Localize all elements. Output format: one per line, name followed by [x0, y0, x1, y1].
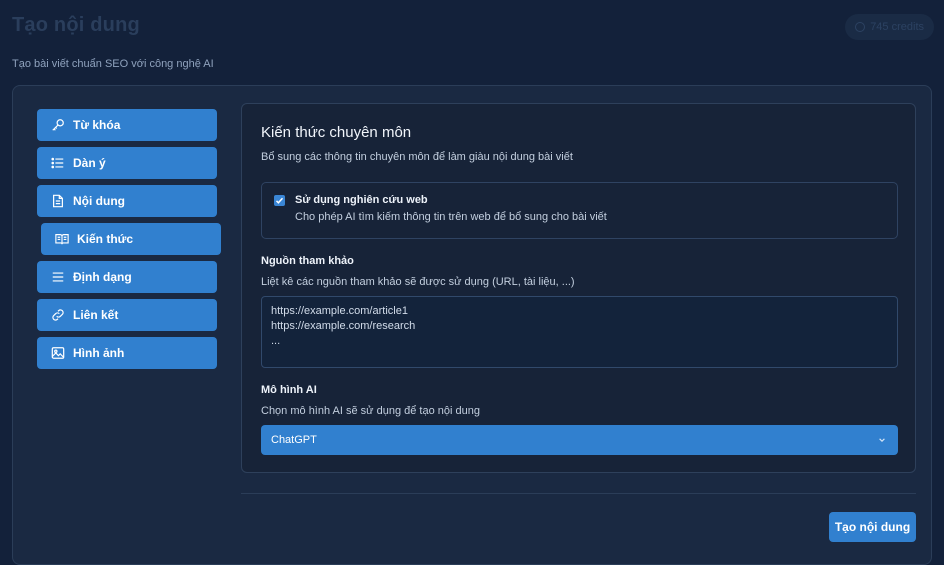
sidebar-item-label: Kiến thức	[77, 232, 134, 246]
credits-icon	[855, 22, 866, 32]
link-icon	[52, 309, 64, 321]
ai-model-label: Mô hình AI	[261, 384, 317, 396]
sidebar-item-label: Nội dung	[73, 194, 125, 208]
ai-model-description: Chọn mô hình AI sẽ sử dụng để tạo nội du…	[261, 405, 480, 417]
check-icon	[275, 197, 284, 204]
sidebar-item-links[interactable]: Liên kết	[37, 299, 217, 331]
page-subtitle: Tạo bài viết chuẩn SEO với công nghệ AI	[12, 58, 214, 70]
sidebar-item-format[interactable]: Định dạng	[37, 261, 217, 293]
credits-badge: 745 credits	[845, 14, 934, 40]
divider	[241, 493, 916, 494]
book-icon	[55, 234, 69, 245]
create-content-button[interactable]: Tạo nội dung	[829, 512, 916, 542]
sidebar-item-knowledge[interactable]: Kiến thức	[41, 223, 221, 255]
panel-title: Kiến thức chuyên môn	[261, 124, 412, 141]
main-card: Từ khóa Dàn ý Nội dung Kiến thức Định dạ…	[12, 85, 932, 565]
references-label: Nguồn tham khảo	[261, 255, 354, 267]
web-research-description: Cho phép AI tìm kiếm thông tin trên web …	[295, 211, 607, 223]
sidebar-item-label: Liên kết	[73, 308, 119, 322]
image-icon	[51, 347, 65, 359]
references-textarea[interactable]: https://example.com/article1 https://exa…	[261, 296, 898, 368]
sidebar-item-keywords[interactable]: Từ khóa	[37, 109, 217, 141]
page-title: Tạo nội dung	[12, 14, 140, 36]
references-placeholder-line: https://example.com/research	[271, 320, 416, 332]
sidebar-item-outline[interactable]: Dàn ý	[37, 147, 217, 179]
web-research-box[interactable]: Sử dụng nghiên cứu web Cho phép AI tìm k…	[261, 182, 898, 239]
web-research-label: Sử dụng nghiên cứu web	[295, 194, 428, 206]
sidebar-item-label: Định dạng	[73, 270, 132, 284]
list-icon	[51, 157, 64, 169]
sidebar-item-label: Dàn ý	[73, 156, 106, 170]
web-research-checkbox[interactable]	[274, 195, 285, 206]
format-icon	[52, 272, 64, 282]
sidebar-item-content[interactable]: Nội dung	[37, 185, 217, 217]
references-description: Liệt kê các nguồn tham khảo sẽ được sử d…	[261, 276, 575, 288]
key-icon	[52, 119, 64, 131]
sidebar-item-label: Từ khóa	[73, 118, 121, 132]
references-placeholder-line: https://example.com/article1	[271, 305, 408, 317]
credits-count: 745 credits	[870, 21, 924, 33]
ai-model-select[interactable]: ChatGPT	[261, 425, 898, 455]
sidebar-item-label: Hình ảnh	[73, 346, 125, 360]
panel-description: Bổ sung các thông tin chuyên môn để làm …	[261, 151, 573, 163]
references-placeholder-line: ...	[271, 335, 281, 347]
chevron-down-icon	[879, 438, 885, 442]
sidebar-item-images[interactable]: Hình ảnh	[37, 337, 217, 369]
ai-model-selected: ChatGPT	[271, 434, 317, 446]
knowledge-panel: Kiến thức chuyên môn Bổ sung các thông t…	[241, 103, 916, 473]
document-icon	[53, 194, 63, 208]
